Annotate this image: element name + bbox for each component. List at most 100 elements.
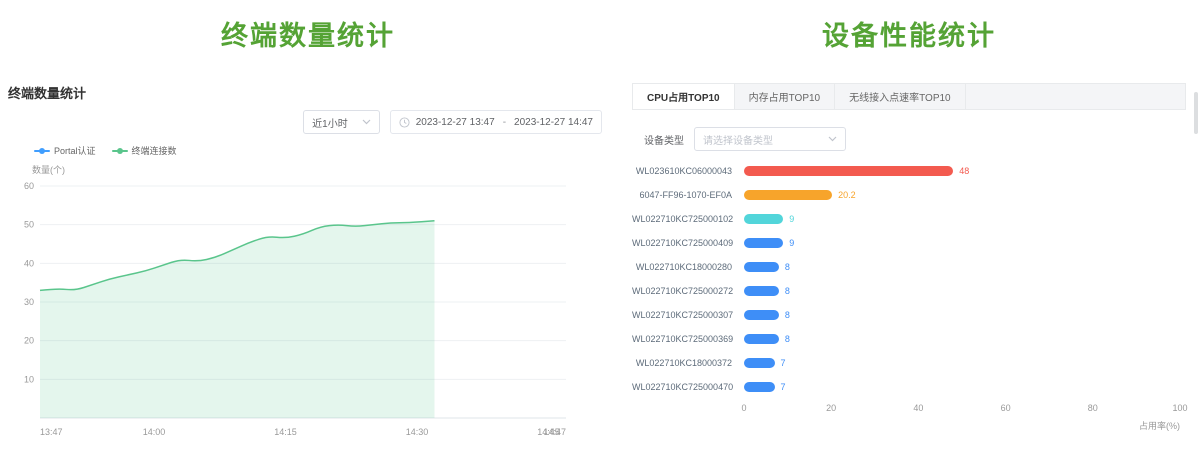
bar-category-label: WL022710KC725000102 xyxy=(632,214,744,224)
clock-icon xyxy=(399,117,410,128)
bar-track: 8 xyxy=(744,262,1180,272)
bar-category-label: WL022710KC725000470 xyxy=(632,382,744,392)
legend-item-0[interactable]: Portal认证 xyxy=(34,144,96,157)
tab-1[interactable]: 内存占用TOP10 xyxy=(735,84,836,109)
x-tick-label: 14:47 xyxy=(543,427,566,437)
terminal-count-section: 终端数量统计 终端数量统计 近1小时 2023-12-27 13:47 - 20… xyxy=(0,0,612,456)
bar-track: 8 xyxy=(744,286,1180,296)
bar-fill[interactable] xyxy=(744,382,775,392)
legend-label: 终端连接数 xyxy=(132,144,177,157)
bar-track: 20.2 xyxy=(744,190,1180,200)
date-range-picker[interactable]: 2023-12-27 13:47 - 2023-12-27 14:47 xyxy=(390,110,602,134)
bar-value-label: 8 xyxy=(785,262,790,272)
right-page-title: 设备性能统计 xyxy=(632,14,1186,53)
x-tick-label: 60 xyxy=(1001,403,1011,413)
bar-fill[interactable] xyxy=(744,190,832,200)
bar-category-label: WL022710KC18000280 xyxy=(632,262,744,272)
bar-x-axis: 020406080100 xyxy=(632,403,1180,416)
bar-row-2: WL022710KC725000102 9 xyxy=(632,207,1180,231)
bar-category-label: WL022710KC18000372 xyxy=(632,358,744,368)
x-tick-label: 13:47 xyxy=(40,427,63,437)
date-separator: - xyxy=(501,117,508,128)
bar-value-label: 8 xyxy=(785,334,790,344)
device-type-filter-row: 设备类型 请选择设备类型 xyxy=(644,127,1186,151)
x-tick-label: 80 xyxy=(1088,403,1098,413)
area-fill xyxy=(40,221,435,418)
device-type-select[interactable]: 请选择设备类型 xyxy=(694,127,846,151)
bar-value-label: 20.2 xyxy=(838,190,856,200)
bar-track: 7 xyxy=(744,382,1180,392)
bar-fill[interactable] xyxy=(744,358,775,368)
tab-0[interactable]: CPU占用TOP10 xyxy=(633,84,735,109)
bar-fill[interactable] xyxy=(744,286,779,296)
bar-value-label: 7 xyxy=(781,358,786,368)
bar-row-6: WL022710KC725000307 8 xyxy=(632,303,1180,327)
bar-track: 7 xyxy=(744,358,1180,368)
y-tick-label: 30 xyxy=(24,297,34,307)
bar-fill[interactable] xyxy=(744,310,779,320)
bar-track: 48 xyxy=(744,166,1180,176)
bar-category-label: WL022710KC725000307 xyxy=(632,310,744,320)
bar-track: 9 xyxy=(744,214,1180,224)
device-performance-section: 设备性能统计 CPU占用TOP10内存占用TOP10无线接入点速率TOP10 设… xyxy=(612,0,1200,456)
bar-value-label: 7 xyxy=(781,382,786,392)
bar-fill[interactable] xyxy=(744,334,779,344)
chevron-down-icon xyxy=(828,136,837,142)
x-tick-label: 14:00 xyxy=(143,427,166,437)
chevron-down-icon xyxy=(362,119,371,125)
top10-tab-bar: CPU占用TOP10内存占用TOP10无线接入点速率TOP10 xyxy=(632,83,1186,110)
y-tick-label: 10 xyxy=(24,374,34,384)
bar-row-4: WL022710KC18000280 8 xyxy=(632,255,1180,279)
y-tick-label: 50 xyxy=(24,220,34,230)
scrollbar-thumb[interactable] xyxy=(1194,92,1198,134)
chart-legend: Portal认证 终端连接数 xyxy=(34,144,608,157)
x-tick-label: 14:30 xyxy=(406,427,429,437)
bar-fill[interactable] xyxy=(744,214,783,224)
bar-fill[interactable] xyxy=(744,166,953,176)
x-tick-label: 100 xyxy=(1172,403,1187,413)
y-tick-label: 40 xyxy=(24,258,34,268)
bar-value-label: 8 xyxy=(785,310,790,320)
axis-spacer xyxy=(632,403,744,416)
bar-row-9: WL022710KC725000470 7 xyxy=(632,375,1180,399)
bar-row-8: WL022710KC18000372 7 xyxy=(632,351,1180,375)
bar-value-label: 48 xyxy=(959,166,969,176)
bar-value-label: 9 xyxy=(789,214,794,224)
bar-row-7: WL022710KC725000369 8 xyxy=(632,327,1180,351)
time-range-select[interactable]: 近1小时 xyxy=(303,110,380,134)
y-tick-label: 20 xyxy=(24,336,34,346)
left-chart-controls: 近1小时 2023-12-27 13:47 - 2023-12-27 14:47 xyxy=(8,110,602,134)
bar-fill[interactable] xyxy=(744,238,783,248)
dashboard-page: 终端数量统计 终端数量统计 近1小时 2023-12-27 13:47 - 20… xyxy=(0,0,1200,456)
legend-item-1[interactable]: 终端连接数 xyxy=(112,144,177,157)
legend-label: Portal认证 xyxy=(54,144,96,157)
terminal-count-area-chart[interactable]: 10203040506013:4714:0014:1514:3014:4514:… xyxy=(8,178,576,442)
bar-value-label: 9 xyxy=(789,238,794,248)
legend-marker-icon xyxy=(34,147,50,155)
x-tick-label: 0 xyxy=(741,403,746,413)
bar-fill[interactable] xyxy=(744,262,779,272)
x-tick-label: 40 xyxy=(913,403,923,413)
left-panel-title: 终端数量统计 xyxy=(8,83,608,102)
bar-row-5: WL022710KC725000272 8 xyxy=(632,279,1180,303)
x-tick-label: 20 xyxy=(826,403,836,413)
bar-value-label: 8 xyxy=(785,286,790,296)
bar-category-label: WL022710KC725000272 xyxy=(632,286,744,296)
legend-marker-icon xyxy=(112,147,128,155)
device-type-placeholder: 请选择设备类型 xyxy=(703,132,773,147)
date-start: 2023-12-27 13:47 xyxy=(416,117,495,128)
x-axis-title: 占用率(%) xyxy=(632,419,1180,432)
date-end: 2023-12-27 14:47 xyxy=(514,117,593,128)
time-range-value: 近1小时 xyxy=(312,115,348,130)
device-type-label: 设备类型 xyxy=(644,132,684,147)
bar-row-1: 6047-FF96-1070-EF0A 20.2 xyxy=(632,183,1180,207)
bar-category-label: WL022710KC725000369 xyxy=(632,334,744,344)
bar-category-label: 6047-FF96-1070-EF0A xyxy=(632,190,744,200)
cpu-top10-bar-chart[interactable]: WL023610KC06000043 48 6047-FF96-1070-EF0A 2… xyxy=(632,159,1186,432)
bar-category-label: WL023610KC06000043 xyxy=(632,166,744,176)
bar-category-label: WL022710KC725000409 xyxy=(632,238,744,248)
bar-track: 9 xyxy=(744,238,1180,248)
bar-row-0: WL023610KC06000043 48 xyxy=(632,159,1180,183)
tab-2[interactable]: 无线接入点速率TOP10 xyxy=(835,84,966,109)
left-page-title: 终端数量统计 xyxy=(8,14,608,53)
